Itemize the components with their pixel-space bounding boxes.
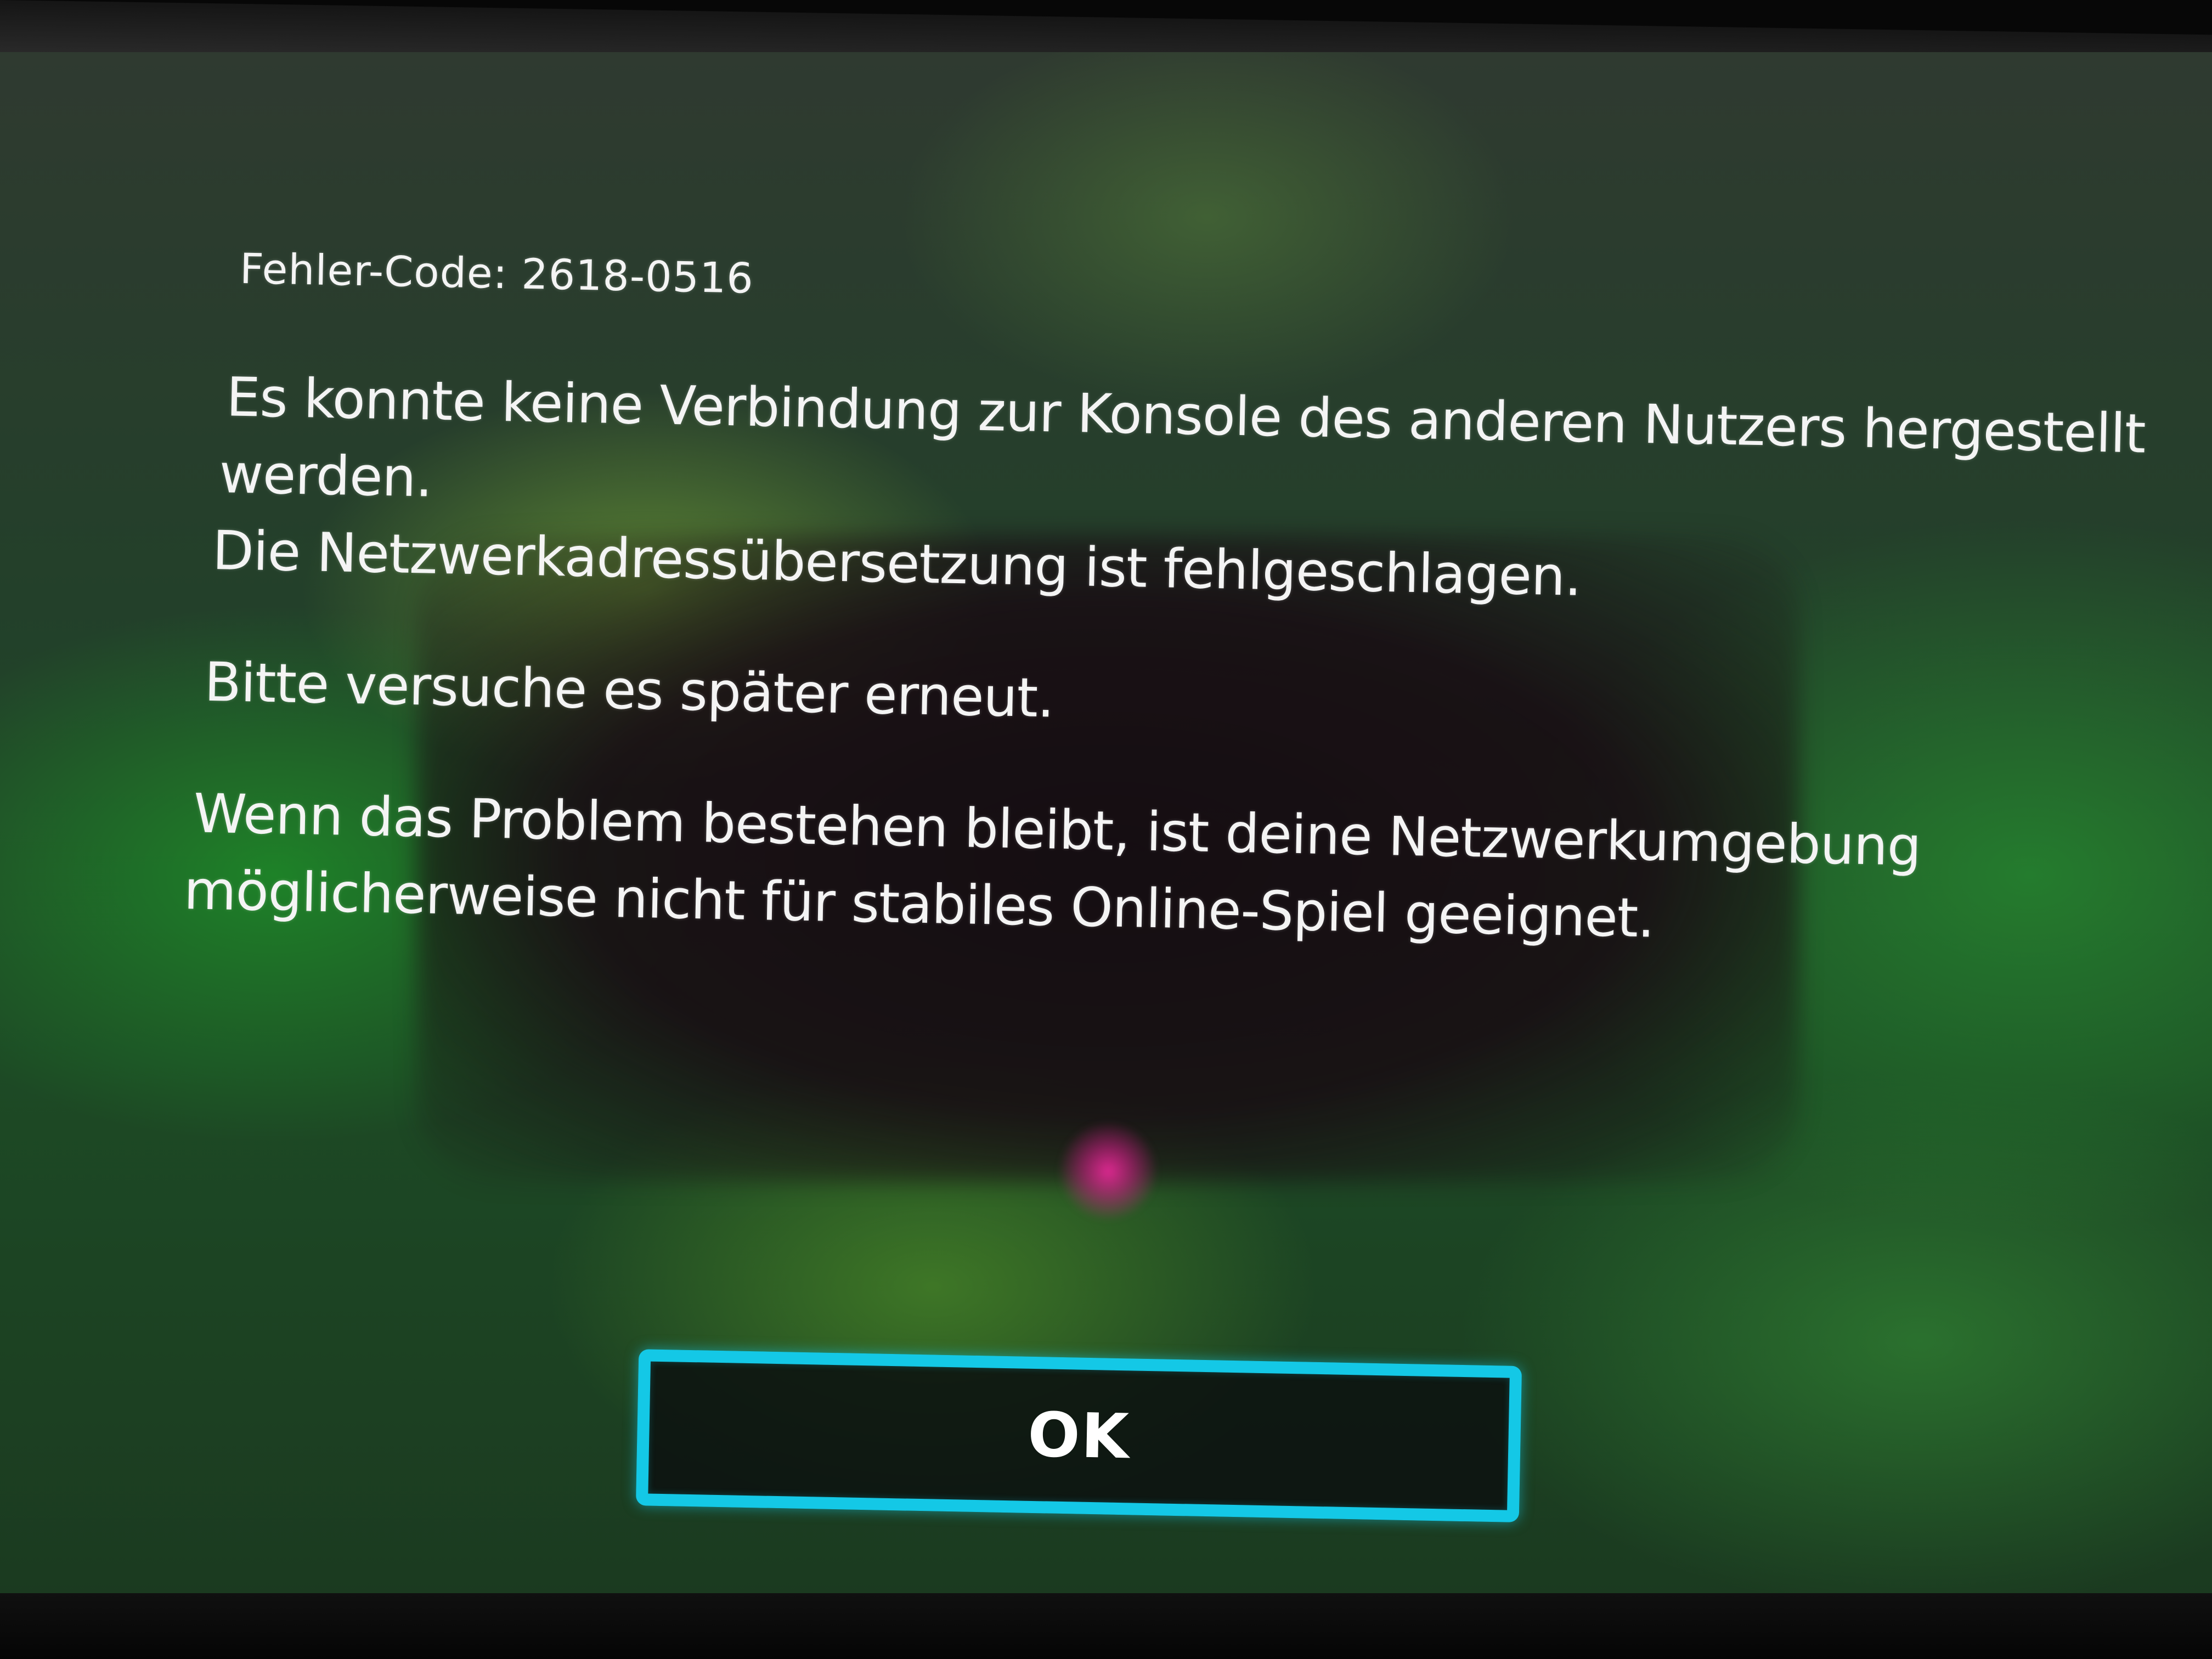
- error-message-line: werden.: [218, 443, 433, 510]
- error-message-line: Es konnte keine Verbindung zur Konsole d…: [225, 366, 2146, 466]
- console-bottom-bezel: [0, 1593, 2212, 1659]
- error-dialog: Fehler-Code: 2618-0516 Es konnte keine V…: [0, 52, 2212, 1607]
- ok-button[interactable]: OK: [635, 1349, 1522, 1523]
- retry-message: Bitte versuche es später erneut.: [204, 651, 1055, 730]
- ok-button-label: OK: [1027, 1399, 1131, 1472]
- error-code-label: Fehler-Code: 2618-0516: [239, 244, 754, 303]
- console-screen: Fehler-Code: 2618-0516 Es konnte keine V…: [0, 52, 2212, 1607]
- photo-frame: Fehler-Code: 2618-0516 Es konnte keine V…: [0, 0, 2212, 1659]
- error-message-line: Die Netzwerkadressübersetzung ist fehlge…: [212, 519, 1582, 608]
